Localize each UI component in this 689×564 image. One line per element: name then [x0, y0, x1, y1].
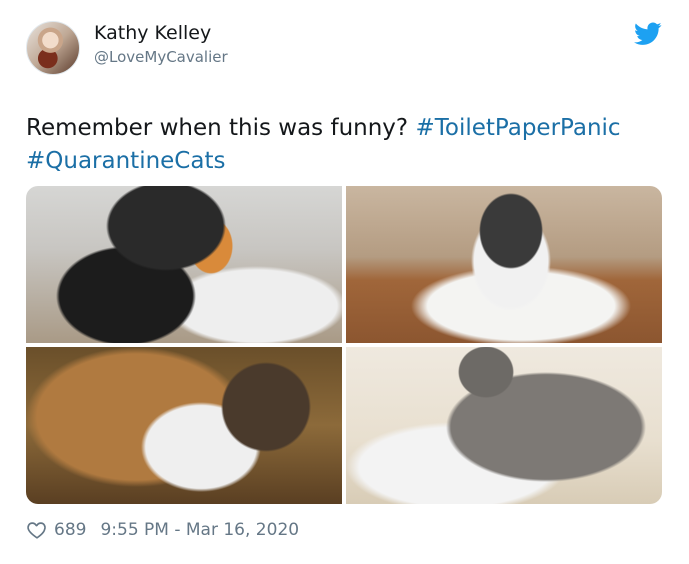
tweet-body: Remember when this was funny?: [26, 115, 416, 141]
avatar[interactable]: [26, 21, 80, 75]
hashtag-link[interactable]: #QuarantineCats: [26, 148, 225, 174]
tweet-text: Remember when this was funny? #ToiletPap…: [26, 112, 666, 178]
photo-cats-toilet-paper-2[interactable]: [346, 186, 662, 343]
photo-cats-toilet-paper-4[interactable]: [346, 347, 662, 504]
photo-cats-toilet-paper-3[interactable]: [26, 347, 342, 504]
author-name[interactable]: Kathy Kelley: [94, 22, 211, 44]
twitter-bird-icon[interactable]: [634, 22, 662, 46]
heart-icon[interactable]: [26, 519, 48, 541]
hashtag-link[interactable]: #ToiletPaperPanic: [415, 115, 620, 141]
tweet-footer: 689 9:55 PM - Mar 16, 2020: [26, 518, 299, 542]
timestamp[interactable]: 9:55 PM - Mar 16, 2020: [100, 520, 299, 540]
photo-cats-toilet-paper-1[interactable]: [26, 186, 342, 343]
like-count[interactable]: 689: [54, 520, 86, 540]
author-handle[interactable]: @LoveMyCavalier: [94, 48, 228, 66]
media-grid: [26, 186, 662, 504]
